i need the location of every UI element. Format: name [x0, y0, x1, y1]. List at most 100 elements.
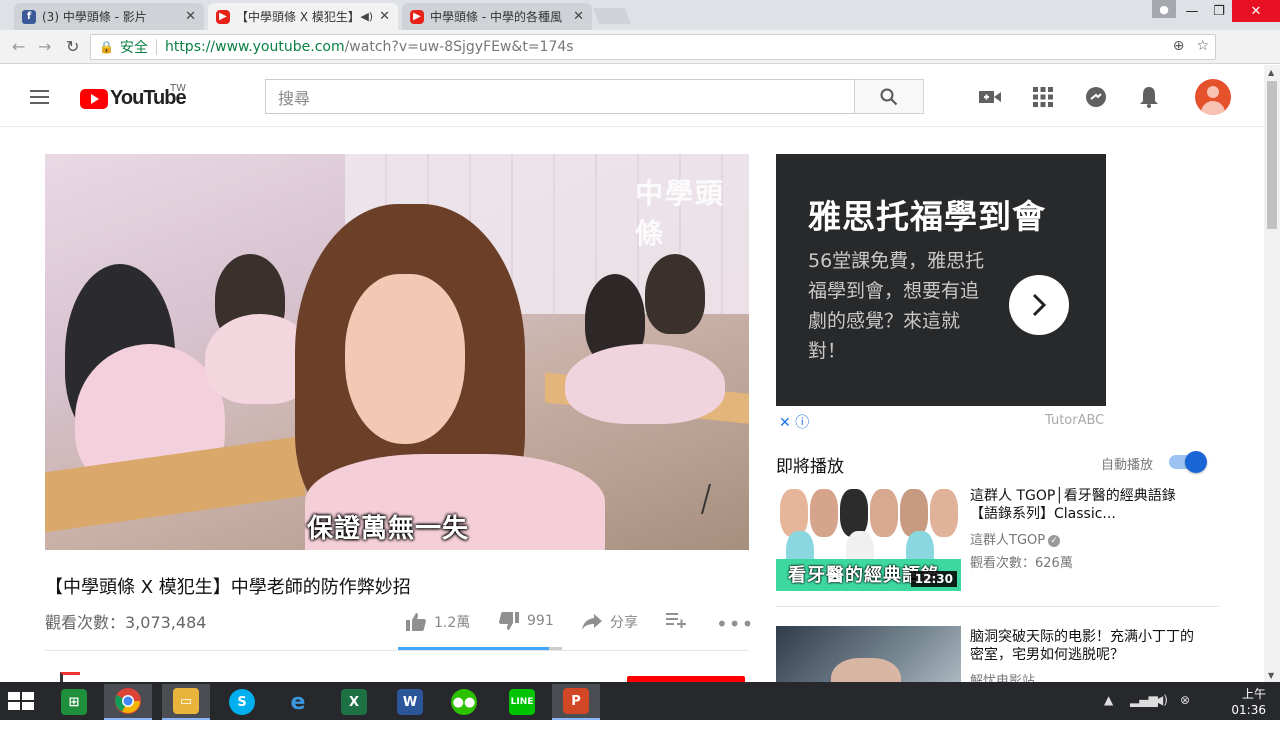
channel-name-partial[interactable]	[118, 672, 238, 682]
chevron-right-icon	[1032, 293, 1047, 317]
tab-close-icon[interactable]: ✕	[185, 9, 196, 24]
taskbar-chrome[interactable]	[104, 684, 152, 720]
tab-close-icon[interactable]: ✕	[573, 9, 584, 24]
recommendation-item[interactable]: 脑洞突破天际的电影！充满小丁丁的密室，宅男如何逃脱呢？ 解忧电影站	[776, 626, 1220, 682]
channel-logo-icon[interactable]	[60, 672, 80, 682]
taskbar-word[interactable]: W	[386, 684, 434, 720]
line-icon: LINE	[509, 689, 535, 715]
facebook-icon: f	[22, 9, 36, 24]
browser-tab-active-video[interactable]: ▶ 【中學頭條 X 模犯生】 ◀) ✕	[208, 3, 398, 30]
scroll-down-arrow-icon[interactable]: ▼	[1268, 671, 1274, 680]
dislike-count: 991	[527, 613, 554, 629]
recommendation-views: 觀看次數：626萬	[970, 556, 1073, 571]
more-actions-icon[interactable]: •••	[716, 612, 754, 636]
search-input[interactable]: 搜尋	[265, 79, 855, 114]
taskbar-line[interactable]: LINE	[498, 684, 546, 720]
thumbs-down-icon	[499, 612, 519, 630]
new-tab-button[interactable]	[593, 8, 631, 24]
close-window-button[interactable]: ✕	[1232, 0, 1280, 22]
add-to-playlist-icon	[666, 613, 686, 628]
maximize-button[interactable]: ❐	[1206, 0, 1232, 22]
youtube-logo[interactable]: YouTube TW	[80, 83, 187, 110]
sidebar-ad[interactable]: 雅思托福學到會 56堂課免費，雅思托福學到會，想要有追劇的感覺？來這就對！	[776, 154, 1106, 406]
autoplay-label: 自動播放	[1101, 458, 1154, 473]
account-avatar[interactable]	[1195, 79, 1231, 115]
scroll-thumb[interactable]	[1267, 81, 1277, 229]
audio-playing-icon[interactable]: ◀)	[360, 10, 373, 23]
tab-close-icon[interactable]: ✕	[379, 9, 390, 24]
view-count: 觀看次數：3,073,484	[45, 613, 207, 632]
ad-info-icon[interactable]: ⓘ	[795, 415, 809, 431]
ad-choices[interactable]: ✕ ⓘ	[779, 412, 809, 432]
share-button[interactable]: 分享	[582, 612, 638, 632]
browser-tab-strip: f (3) 中學頭條 - 影片 ✕ ▶ 【中學頭條 X 模犯生】 ◀) ✕ ▶ …	[0, 0, 1280, 30]
like-count: 1.2萬	[434, 615, 471, 631]
recommendation-channel[interactable]: 解忧电影站	[970, 670, 1200, 682]
windows-taskbar: ⊞ ▭ S e X W ●● LINE P ▲ ▂▄▆ ◀) ⊗ 上午 01:3…	[0, 682, 1280, 733]
taskbar-skype[interactable]: S	[218, 684, 266, 720]
url-path: /watch?v=uw-8SjgyFEw&t=174s	[344, 39, 574, 55]
search-button[interactable]	[854, 79, 924, 114]
tray-expand-icon[interactable]: ▲	[1104, 693, 1113, 707]
taskbar-excel[interactable]: X	[330, 684, 378, 720]
tab-title: 【中學頭條 X 模犯生】	[236, 10, 357, 24]
taskbar-wechat[interactable]: ●●	[440, 684, 488, 720]
bookmark-star-icon[interactable]: ☆	[1196, 38, 1209, 54]
tab-title: (3) 中學頭條 - 影片	[42, 10, 147, 24]
up-next-heading: 即將播放	[776, 457, 844, 477]
back-arrow-icon[interactable]: ←	[12, 37, 25, 56]
guide-menu-icon[interactable]	[30, 90, 49, 104]
recommendation-title[interactable]: 脑洞突破天际的电影！充满小丁丁的密室，宅男如何逃脱呢？	[970, 628, 1200, 664]
skype-icon: S	[229, 689, 255, 715]
apps-grid-icon[interactable]	[1032, 86, 1054, 108]
ad-cta-button[interactable]	[1009, 275, 1069, 335]
scroll-up-arrow-icon[interactable]: ▲	[1268, 68, 1274, 77]
file-explorer-icon: ▭	[173, 688, 199, 714]
recommendation-item[interactable]: 看牙醫的經典語錄 12:30 這群人 TGOP│看牙醫的經典語錄【語錄系列】Cl…	[776, 487, 1220, 591]
zoom-icon[interactable]: ⊕	[1173, 38, 1185, 54]
channel-watermark: 中學頭條	[635, 177, 726, 250]
add-to-playlist-button[interactable]	[666, 612, 686, 628]
address-bar[interactable]: 🔒 安全 https://www.youtube.com /watch?v=uw…	[90, 34, 1216, 60]
windows-start-icon[interactable]	[8, 692, 36, 712]
taskbar-explorer[interactable]: ▭	[162, 684, 210, 720]
producer-logo-icon	[700, 484, 736, 514]
video-player[interactable]: 中學頭條 保證萬無一失	[45, 154, 749, 550]
ad-advertiser: TutorABC	[1045, 413, 1105, 428]
ad-close-icon[interactable]: ✕	[779, 415, 791, 431]
like-sentiment-bar	[398, 647, 562, 650]
create-video-icon[interactable]	[979, 86, 1001, 108]
minimize-button[interactable]: —	[1180, 0, 1204, 22]
youtube-icon: ▶	[216, 9, 230, 24]
volume-icon[interactable]: ◀)	[1154, 693, 1168, 707]
video-thumbnail[interactable]	[776, 626, 961, 682]
thumbs-up-icon	[406, 613, 426, 631]
browser-tab-facebook[interactable]: f (3) 中學頭條 - 影片 ✕	[14, 3, 204, 30]
notification-center-icon[interactable]: ⊗	[1180, 693, 1190, 707]
share-label: 分享	[610, 615, 638, 631]
video-thumbnail[interactable]: 看牙醫的經典語錄 12:30	[776, 487, 961, 591]
messages-icon[interactable]	[1085, 86, 1107, 108]
autoplay-toggle[interactable]	[1169, 451, 1207, 473]
taskbar-store[interactable]: ⊞	[50, 684, 98, 720]
verified-check-icon: ✓	[1048, 534, 1061, 547]
like-button[interactable]: 1.2萬	[406, 612, 470, 632]
youtube-masthead: YouTube TW 搜尋	[0, 65, 1264, 127]
browser-tab-channel[interactable]: ▶ 中學頭條 - 中學的各種風 ✕	[402, 3, 592, 30]
profile-icon[interactable]: ●	[1152, 0, 1176, 18]
taskbar-clock[interactable]: 上午 01:36 2018/7/10	[1208, 686, 1270, 734]
recommendation-title[interactable]: 這群人 TGOP│看牙醫的經典語錄【語錄系列】Classic...	[970, 487, 1200, 523]
taskbar-powerpoint[interactable]: P	[552, 684, 600, 720]
taskbar-ie[interactable]: e	[274, 684, 322, 720]
clock-time: 上午 01:36	[1231, 687, 1266, 717]
recommendation-channel[interactable]: 這群人TGOP	[970, 533, 1045, 548]
forward-arrow-icon[interactable]: →	[38, 37, 51, 56]
internet-explorer-icon: e	[290, 689, 306, 715]
reload-icon[interactable]: ↻	[66, 37, 79, 56]
share-arrow-icon	[582, 614, 602, 630]
dislike-button[interactable]: 991	[499, 612, 554, 630]
clock-date: 2018/7/10	[1208, 719, 1270, 733]
excel-icon: X	[341, 689, 367, 715]
page-scrollbar[interactable]: ▲ ▼	[1264, 65, 1280, 682]
notifications-bell-icon[interactable]	[1138, 86, 1160, 108]
